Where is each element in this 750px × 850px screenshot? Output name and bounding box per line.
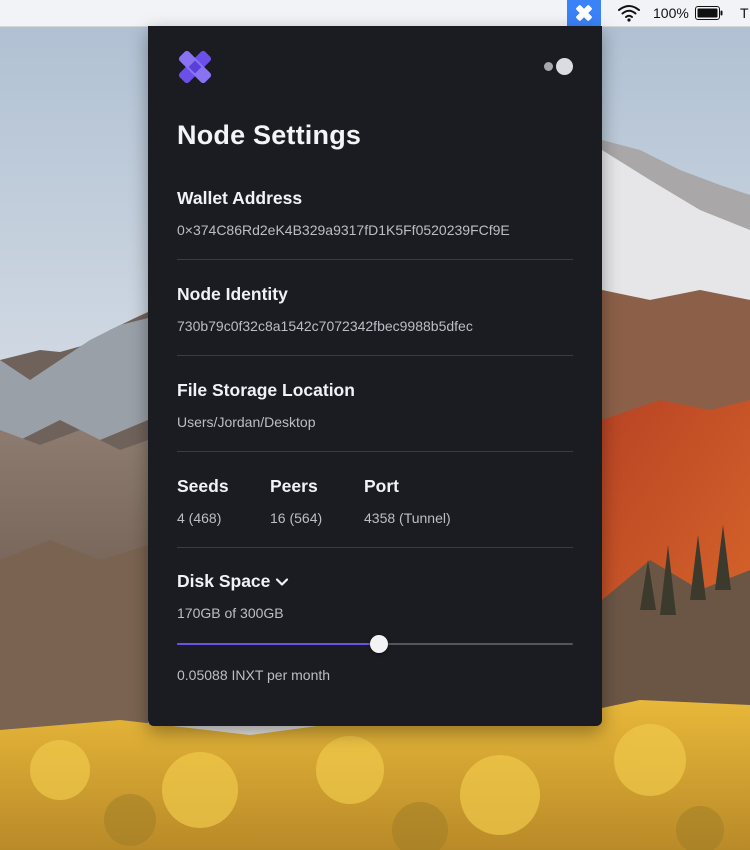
menubar-clock[interactable]: T: [740, 5, 749, 21]
storage-section: File Storage Location Users/Jordan/Deskt…: [177, 380, 573, 430]
menubar-app-icon[interactable]: [567, 0, 601, 26]
wallet-address[interactable]: 0×374C86Rd2eK4B329a9317fD1K5Ff0520239FCf…: [177, 222, 573, 238]
seeds-label: Seeds: [177, 476, 229, 496]
monthly-cost: 0.05088 INXT per month: [177, 667, 331, 683]
port-label: Port: [364, 476, 399, 496]
port-stat: Port 4358 (Tunnel): [364, 476, 451, 526]
identity-section: Node Identity 730b79c0f32c8a1542c7072342…: [177, 284, 573, 334]
disk-space-dropdown[interactable]: Disk Space: [177, 571, 573, 592]
seeds-value: 4 (468): [177, 510, 222, 526]
page-title: Node Settings: [177, 120, 362, 150]
disk-space-value: 170GB of 300GB: [177, 605, 284, 621]
slider-fill: [177, 643, 379, 645]
port-value: 4358 (Tunnel): [364, 510, 451, 526]
peers-stat: Peers 16 (564): [270, 476, 322, 526]
divider: [177, 355, 573, 356]
node-identity-value[interactable]: 730b79c0f32c8a1542c7072342fbec9988b5dfec: [177, 318, 573, 334]
internxt-logo-icon: [576, 5, 592, 21]
internxt-logo-icon: [178, 50, 212, 84]
divider: [177, 547, 573, 548]
chevron-down-icon[interactable]: [275, 577, 289, 587]
storage-label: File Storage Location: [177, 380, 355, 400]
disk-space-section: Disk Space 170GB of 300GB: [177, 571, 573, 621]
status-toggle[interactable]: [541, 57, 575, 75]
toggle-dot-small: [544, 62, 553, 71]
node-settings-panel: Node Settings Wallet Address 0×374C86Rd2…: [148, 26, 602, 726]
menu-bar: 100% T: [0, 0, 750, 27]
divider: [177, 259, 573, 260]
peers-value: 16 (564): [270, 510, 323, 526]
slider-thumb[interactable]: [370, 635, 388, 653]
wallet-label: Wallet Address: [177, 188, 303, 208]
storage-location-value[interactable]: Users/Jordan/Desktop: [177, 414, 573, 430]
divider: [177, 451, 573, 452]
disk-space-label: Disk Space: [177, 571, 271, 591]
seeds-stat: Seeds 4 (468): [177, 476, 229, 526]
disk-space-slider[interactable]: [177, 634, 573, 654]
wallet-section: Wallet Address 0×374C86Rd2eK4B329a9317fD…: [177, 188, 573, 238]
battery-icon[interactable]: [695, 6, 723, 20]
identity-label: Node Identity: [177, 284, 288, 304]
network-stats: Seeds 4 (468) Peers 16 (564) Port 4358 (…: [177, 476, 573, 526]
battery-percentage[interactable]: 100%: [653, 5, 689, 21]
toggle-knob: [556, 58, 573, 75]
wifi-icon[interactable]: [617, 4, 641, 22]
peers-label: Peers: [270, 476, 318, 496]
